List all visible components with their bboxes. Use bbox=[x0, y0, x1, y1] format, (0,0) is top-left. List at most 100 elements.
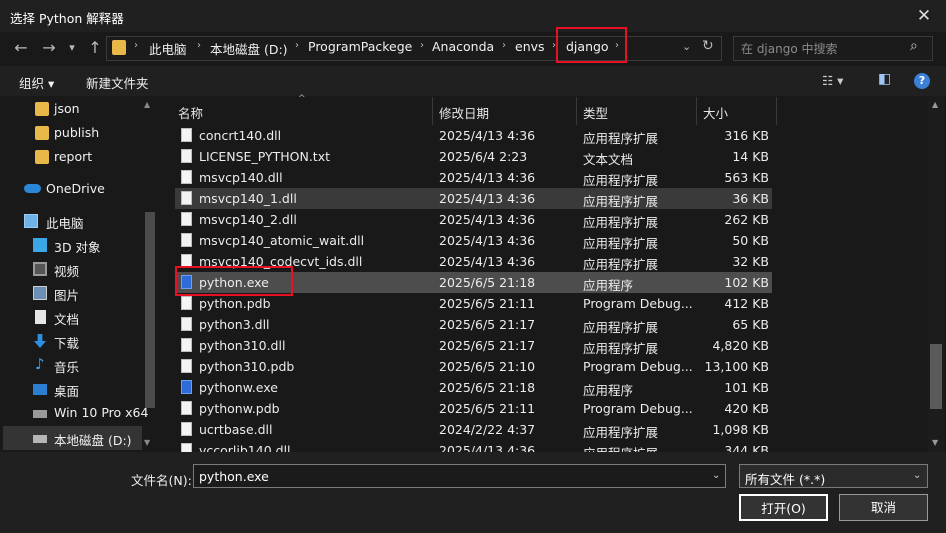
sidebar-item-label: 本地磁盘 (D:) bbox=[54, 433, 132, 448]
sidebar-item-local-disk-d[interactable]: 本地磁盘 (D:) bbox=[0, 426, 143, 450]
table-row[interactable]: msvcp140_atomic_wait.dll 2025/4/13 4:36 应用… bbox=[175, 230, 772, 251]
file-type-cell: 应用程序扩展 bbox=[583, 173, 659, 188]
sidebar-item-documents[interactable]: 文档 bbox=[0, 305, 143, 329]
file-date-cell: 2025/6/5 21:10 bbox=[439, 359, 536, 374]
filename-value[interactable]: python.exe bbox=[199, 469, 269, 484]
sidebar-item-json[interactable]: json bbox=[0, 97, 143, 121]
cloud-icon bbox=[24, 184, 41, 193]
refresh-icon[interactable]: ↻ bbox=[702, 38, 714, 54]
table-row[interactable]: LICENSE_PYTHON.txt 2025/6/4 2:23 文本文档 14 KB bbox=[175, 146, 772, 167]
sidebar-item-music[interactable]: ♪ 音乐 bbox=[0, 353, 143, 377]
column-divider[interactable] bbox=[432, 97, 433, 125]
table-row[interactable]: ucrtbase.dll 2024/2/22 4:37 应用程序扩展 1,098 KB bbox=[175, 419, 772, 440]
help-icon[interactable]: ? bbox=[914, 73, 930, 89]
up-arrow-icon[interactable]: ↑ bbox=[86, 37, 104, 59]
sidebar-item-label: 此电脑 bbox=[46, 216, 84, 231]
filename-input[interactable] bbox=[193, 464, 726, 488]
table-row[interactable]: python310.pdb 2025/6/5 21:10 Program Debug… bbox=[175, 356, 772, 377]
file-type-chevron-icon[interactable]: ⌄ bbox=[913, 470, 921, 481]
table-row[interactable]: msvcp140_2.dll 2025/4/13 4:36 应用程序扩展 262 KB bbox=[175, 209, 772, 230]
file-type-cell: 应用程序扩展 bbox=[583, 320, 659, 335]
sidebar-item-onedrive[interactable]: OneDrive bbox=[0, 177, 143, 201]
file-size-cell: 13,100 KB bbox=[704, 359, 769, 374]
breadcrumb-separator[interactable]: › bbox=[420, 40, 424, 51]
column-divider[interactable] bbox=[776, 97, 777, 125]
file-list-scrollbar-thumb[interactable] bbox=[930, 344, 942, 409]
sidebar-item-this-pc[interactable]: 此电脑 bbox=[0, 209, 143, 233]
sidebar-item-desktop[interactable]: 桌面 bbox=[0, 377, 143, 401]
filename-dropdown-chevron-icon[interactable]: ⌄ bbox=[712, 470, 720, 481]
table-row[interactable]: python.pdb 2025/6/5 21:11 Program Debug...… bbox=[175, 293, 772, 314]
sidebar-scroll-down-icon[interactable]: ▼ bbox=[144, 438, 150, 447]
breadcrumb-envs[interactable]: envs bbox=[515, 39, 545, 54]
back-arrow-icon[interactable]: ← bbox=[12, 37, 30, 59]
column-header-type[interactable]: 类型 bbox=[583, 103, 608, 122]
file-date-cell: 2025/6/5 21:17 bbox=[439, 317, 536, 332]
breadcrumb-separator[interactable]: › bbox=[502, 40, 506, 51]
folder-icon bbox=[35, 102, 49, 116]
table-row[interactable]: msvcp140_1.dll 2025/4/13 4:36 应用程序扩展 36 KB bbox=[175, 188, 772, 209]
sidebar-item-videos[interactable]: 视频 bbox=[0, 257, 143, 281]
title-bar bbox=[0, 0, 946, 32]
file-type-value[interactable]: 所有文件 (*.*) bbox=[745, 469, 825, 488]
file-date-cell: 2025/6/5 21:18 bbox=[439, 380, 536, 395]
file-name-cell: python3.dll bbox=[199, 317, 270, 332]
file-type-cell: 文本文档 bbox=[583, 152, 634, 167]
table-row[interactable]: python3.dll 2025/6/5 21:17 应用程序扩展 65 KB bbox=[175, 314, 772, 335]
table-row[interactable]: concrt140.dll 2025/4/13 4:36 应用程序扩展 316 KB bbox=[175, 125, 772, 146]
column-header-name[interactable]: 名称 bbox=[178, 103, 203, 122]
sidebar-scrollbar-thumb[interactable] bbox=[145, 212, 155, 408]
file-size-cell: 102 KB bbox=[724, 275, 769, 290]
file-date-cell: 2025/4/13 4:36 bbox=[439, 212, 536, 227]
preview-pane-icon[interactable]: ◧ bbox=[878, 71, 891, 87]
breadcrumb-programpackege[interactable]: ProgramPackege bbox=[308, 39, 412, 54]
highlight-box-python-exe bbox=[175, 266, 293, 296]
sidebar-item-3d-objects[interactable]: 3D 对象 bbox=[0, 233, 143, 257]
column-divider[interactable] bbox=[576, 97, 577, 125]
breadcrumb-this-pc[interactable]: 此电脑 bbox=[149, 39, 187, 58]
open-button[interactable]: 打开(O) bbox=[739, 494, 828, 521]
cancel-button[interactable]: 取消 bbox=[839, 494, 928, 521]
file-icon bbox=[181, 191, 192, 205]
sidebar-item-pictures[interactable]: 图片 bbox=[0, 281, 143, 305]
sidebar-item-label: Win 10 Pro x64 bbox=[54, 405, 149, 420]
sidebar-item-publish[interactable]: publish bbox=[0, 121, 143, 145]
file-name-cell: pythonw.exe bbox=[199, 380, 278, 395]
file-type-cell: 应用程序扩展 bbox=[583, 257, 659, 272]
sidebar-item-report[interactable]: report bbox=[0, 145, 143, 169]
table-row[interactable]: python310.dll 2025/6/5 21:17 应用程序扩展 4,820 K… bbox=[175, 335, 772, 356]
file-date-cell: 2025/6/5 21:11 bbox=[439, 401, 536, 416]
table-row[interactable]: pythonw.pdb 2025/6/5 21:11 Program Debug..… bbox=[175, 398, 772, 419]
view-options-icon[interactable]: ☷ ▾ bbox=[822, 73, 843, 88]
file-size-cell: 1,098 KB bbox=[712, 422, 769, 437]
breadcrumb-separator[interactable]: › bbox=[197, 40, 201, 51]
recent-locations-chevron-icon[interactable]: ▾ bbox=[66, 37, 78, 59]
table-row[interactable]: pythonw.exe 2025/6/5 21:18 应用程序 101 KB bbox=[175, 377, 772, 398]
column-header-size[interactable]: 大小 bbox=[703, 103, 728, 122]
sidebar-item-win10-drive[interactable]: Win 10 Pro x64 bbox=[0, 401, 148, 425]
sidebar-scroll-up-icon[interactable]: ▲ bbox=[144, 100, 150, 109]
file-date-cell: 2025/4/13 4:36 bbox=[439, 233, 536, 248]
file-size-cell: 316 KB bbox=[724, 128, 769, 143]
list-scroll-down-icon[interactable]: ▼ bbox=[932, 438, 938, 447]
breadcrumb-separator[interactable]: › bbox=[134, 40, 138, 51]
column-divider[interactable] bbox=[696, 97, 697, 125]
breadcrumb-separator[interactable]: › bbox=[295, 40, 299, 51]
file-size-cell: 14 KB bbox=[732, 149, 769, 164]
folder-icon bbox=[112, 40, 126, 55]
sidebar-item-downloads[interactable]: 下载 bbox=[0, 329, 143, 353]
file-icon bbox=[181, 296, 192, 310]
breadcrumb-anaconda[interactable]: Anaconda bbox=[432, 39, 494, 54]
organize-button[interactable]: 组织 ▾ bbox=[19, 73, 54, 92]
table-row[interactable]: msvcp140.dll 2025/4/13 4:36 应用程序扩展 563 KB bbox=[175, 167, 772, 188]
breadcrumb-drive-d[interactable]: 本地磁盘 (D:) bbox=[210, 39, 288, 58]
close-icon[interactable]: ✕ bbox=[910, 4, 938, 28]
address-history-chevron-icon[interactable]: ⌄ bbox=[682, 40, 691, 53]
file-name-cell: msvcp140_1.dll bbox=[199, 191, 297, 206]
forward-arrow-icon[interactable]: → bbox=[40, 37, 58, 59]
column-header-date[interactable]: 修改日期 bbox=[439, 103, 489, 122]
file-type-cell: 应用程序 bbox=[583, 383, 634, 398]
search-icon[interactable]: ⌕ bbox=[910, 38, 918, 54]
new-folder-button[interactable]: 新建文件夹 bbox=[86, 73, 149, 92]
list-scroll-up-icon[interactable]: ▲ bbox=[932, 100, 938, 109]
